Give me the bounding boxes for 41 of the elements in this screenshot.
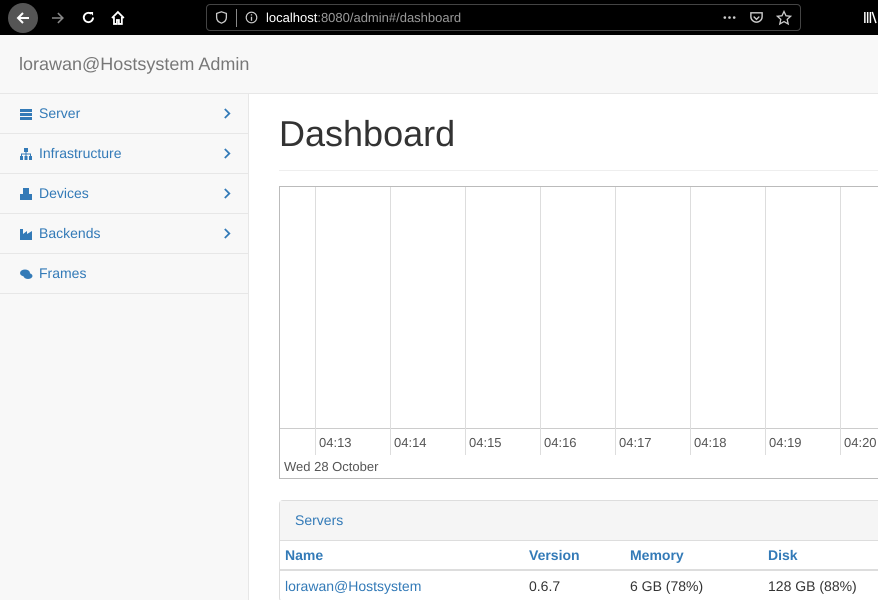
star-icon[interactable] bbox=[776, 10, 792, 26]
table-cell-text: 0.6.7 bbox=[529, 576, 562, 596]
sidebar-item[interactable]: Frames bbox=[0, 254, 248, 294]
time-tick-label: 04:19 bbox=[769, 434, 802, 452]
comments-icon bbox=[19, 266, 33, 280]
table-cell-text: 128 GB (88%) bbox=[768, 576, 858, 596]
column-header[interactable]: Version bbox=[529, 544, 630, 566]
sitemap-icon bbox=[19, 146, 33, 160]
column-header[interactable]: Memory bbox=[630, 544, 768, 566]
forward-arrow-icon[interactable] bbox=[50, 10, 66, 26]
date-label: Wed 28 October bbox=[284, 458, 378, 476]
time-tick-label: 04:20 bbox=[844, 434, 877, 452]
time-tick-label: 04:15 bbox=[469, 434, 502, 452]
info-icon bbox=[245, 11, 258, 24]
pocket-icon[interactable] bbox=[749, 10, 764, 25]
shield-icon bbox=[215, 11, 228, 24]
server-link[interactable]: lorawan@Hostsystem bbox=[285, 576, 529, 596]
factory-icon bbox=[19, 226, 33, 240]
sidebar-item[interactable]: Server bbox=[0, 94, 248, 134]
brand-title[interactable]: lorawan@Hostsystem Admin bbox=[19, 50, 250, 78]
time-tick-label: 04:18 bbox=[694, 434, 727, 452]
back-button[interactable] bbox=[8, 2, 38, 32]
column-header[interactable]: Disk bbox=[768, 544, 873, 566]
sidebar-item[interactable]: Backends bbox=[0, 214, 248, 254]
table-cell-text: 6 GB (78%) bbox=[630, 576, 704, 596]
sidebar-item[interactable]: Devices bbox=[0, 174, 248, 214]
home-icon[interactable] bbox=[110, 10, 126, 26]
time-tick-label: 04:17 bbox=[619, 434, 652, 452]
time-tick-label: 04:16 bbox=[544, 434, 577, 452]
time-tick-label: 04:14 bbox=[394, 434, 427, 452]
time-tick-label: 04:13 bbox=[319, 434, 352, 452]
server-icon bbox=[19, 106, 33, 120]
sidebar-item[interactable]: Infrastructure bbox=[0, 134, 248, 174]
panel-title: Servers bbox=[295, 511, 344, 530]
address-bar[interactable]: localhost:8080/admin#/dashboard bbox=[206, 4, 802, 31]
url-text: localhost:8080/admin#/dashboard bbox=[266, 8, 462, 27]
reload-icon[interactable] bbox=[81, 10, 96, 25]
page-title: Dashboard bbox=[279, 112, 456, 156]
column-header[interactable]: Name bbox=[285, 544, 529, 566]
back-arrow-icon bbox=[14, 10, 31, 26]
library-icon[interactable] bbox=[863, 10, 878, 25]
